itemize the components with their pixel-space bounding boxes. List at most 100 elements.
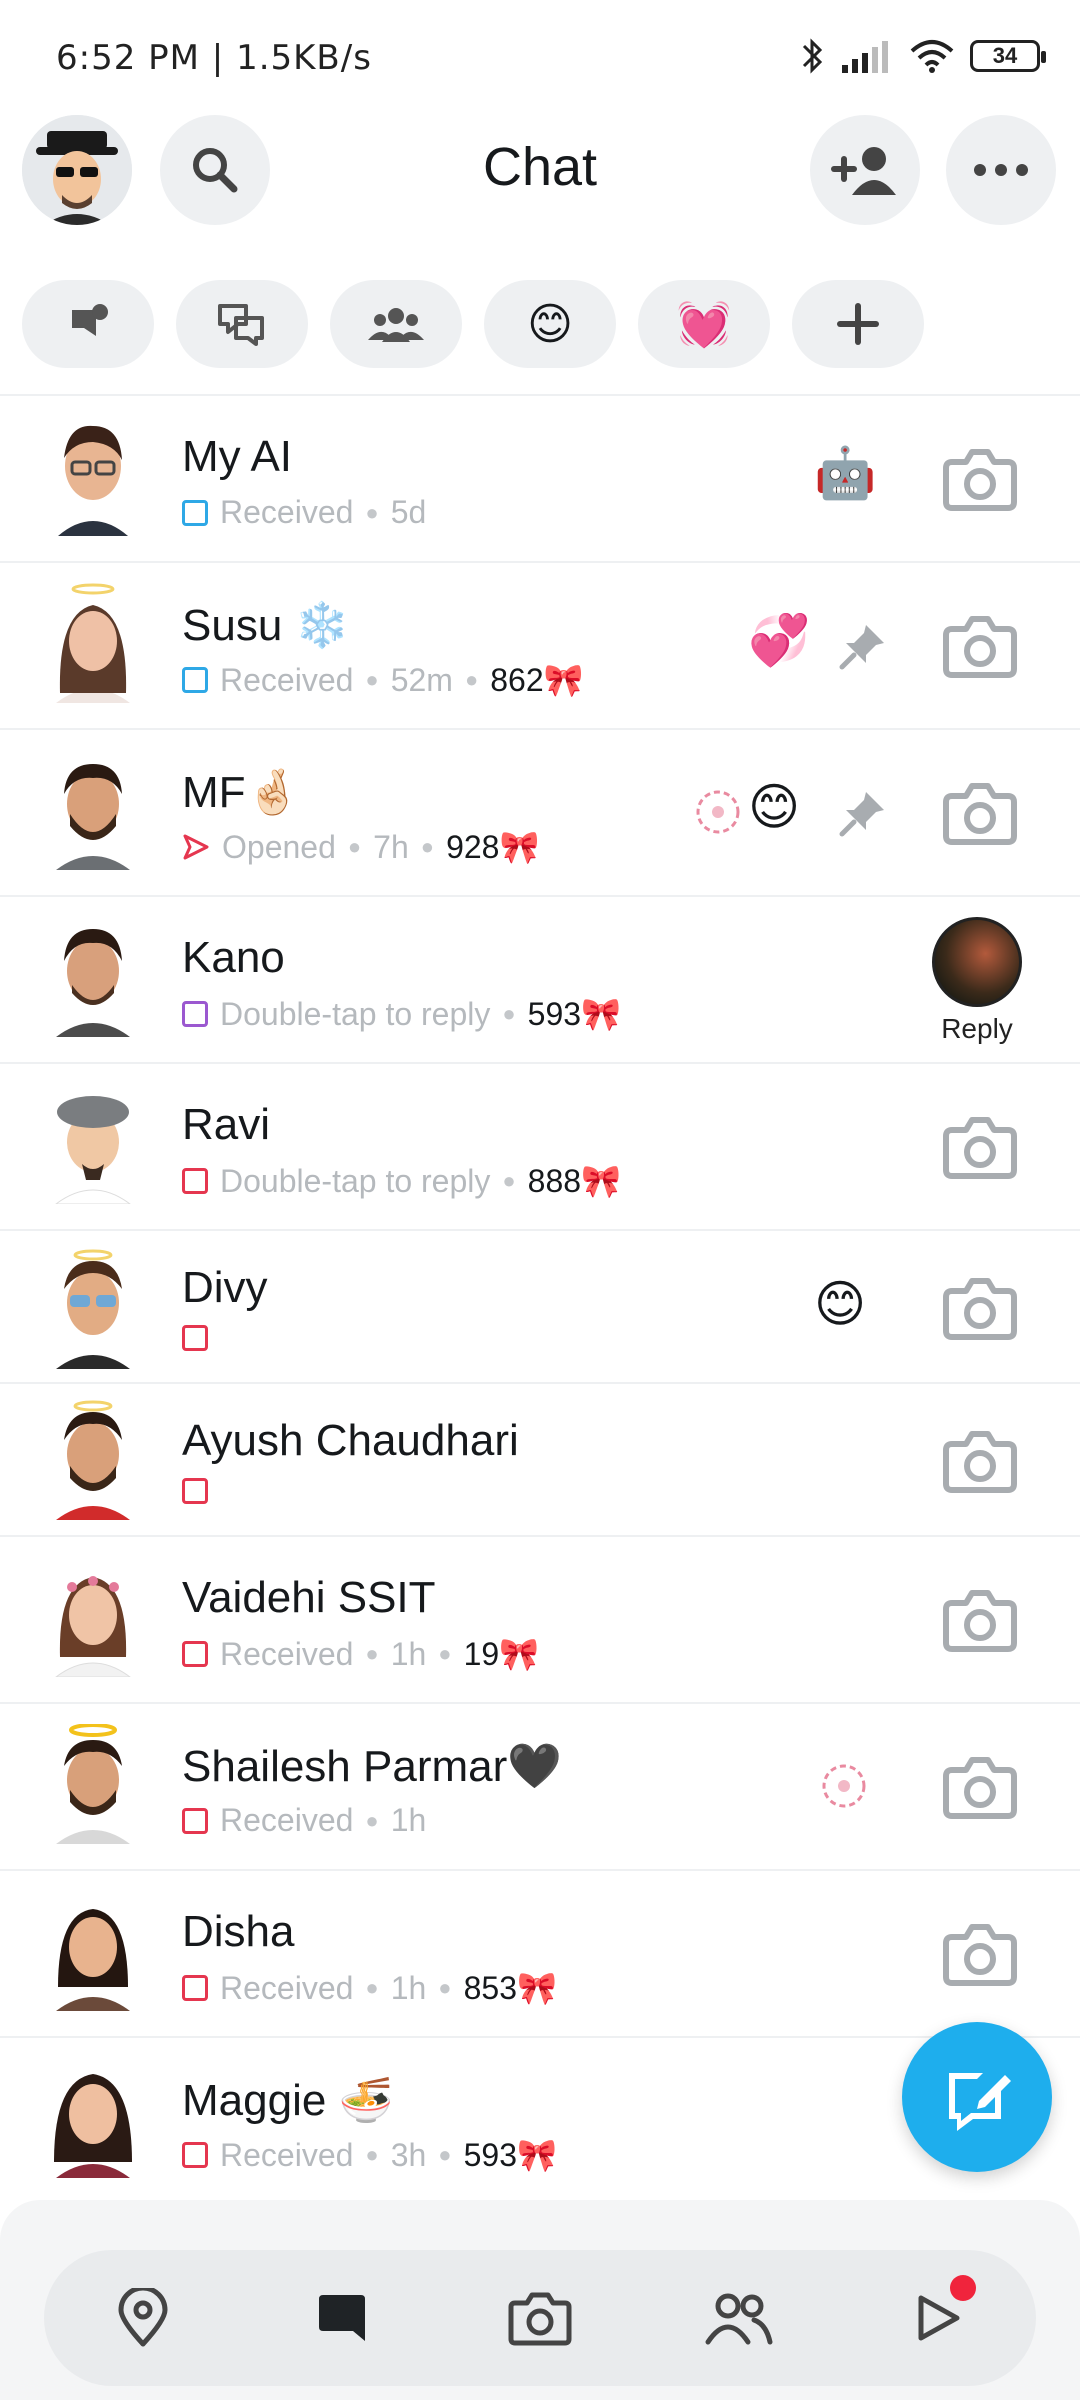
add-friend-button[interactable] (810, 115, 920, 225)
story-reply-button[interactable]: Reply (932, 917, 1022, 1045)
mutual-friends-flower-icon (696, 790, 740, 834)
friend-badge: 🤖 (814, 445, 877, 501)
chat-name: Divy (182, 1263, 268, 1312)
more-icon (974, 164, 1028, 176)
status-time: 1h (390, 1802, 427, 1838)
unread-chat-icon (182, 1001, 208, 1027)
bluetooth-icon (802, 38, 823, 74)
nav-map[interactable] (98, 2273, 188, 2363)
filter-best-friends[interactable]: 😊 (484, 280, 616, 368)
map-icon (118, 2288, 168, 2347)
chat-row[interactable]: Ravi Double-tap to reply ● 888🎀 (0, 1064, 1080, 1231)
chat-status: Received ● 1h ● 853🎀 (182, 1969, 557, 2007)
filter-add[interactable] (792, 280, 924, 368)
pin-icon (839, 792, 884, 837)
filter-groups[interactable] (330, 280, 462, 368)
chats-icon (218, 304, 264, 346)
bottom-nav (44, 2250, 1036, 2386)
status-time: 6:52 PM | 1.5KB/s (56, 38, 372, 78)
camera-icon[interactable] (940, 772, 1020, 852)
chat-row[interactable]: My AI Received ● 5d 🤖 (0, 396, 1080, 563)
camera-icon[interactable] (940, 1579, 1020, 1659)
filter-crushes[interactable]: 💓 (638, 280, 770, 368)
separator-dot: ● (438, 2142, 452, 2167)
add-friend-icon (831, 147, 896, 195)
unread-icon (72, 304, 108, 336)
separator-dot: ● (365, 2142, 379, 2167)
streak-count: 888🎀 (527, 1163, 621, 1199)
heart-emoji-icon: 💓 (676, 300, 732, 349)
battery-level: 34 (992, 43, 1018, 68)
signal-icon (842, 41, 888, 73)
bitmoji-avatar-icon (56, 1249, 130, 1369)
separator-dot: ● (420, 834, 435, 859)
new-chat-button[interactable] (902, 2022, 1052, 2172)
streak-count: 19🎀 (463, 1636, 540, 1672)
status-text: Double-tap to reply (220, 1162, 491, 1199)
separator-dot: ● (347, 834, 362, 859)
camera-icon[interactable] (940, 1746, 1020, 1826)
status-time: 1h (390, 1635, 427, 1672)
status-bar: 6:52 PM | 1.5KB/s 34 (0, 0, 1080, 110)
received-chat-icon (182, 499, 208, 526)
bitmoji-avatar-icon (56, 929, 130, 1037)
separator-dot: ● (438, 1641, 452, 1666)
nav-camera[interactable] (495, 2273, 585, 2363)
received-snap-icon (182, 1807, 208, 1834)
plus-icon (837, 303, 879, 345)
chat-name: Maggie 🍜 (182, 2076, 394, 2125)
chat-row[interactable]: Susu ❄️ Received ● 52m ● 862🎀 💞 (0, 563, 1080, 730)
status-icons: 34 (800, 36, 1046, 76)
camera-icon[interactable] (940, 438, 1020, 518)
filter-chats[interactable] (176, 280, 308, 368)
nav-chat[interactable] (297, 2273, 387, 2363)
status-text: Received (220, 1635, 354, 1672)
chat-row[interactable]: Divy 😊 (0, 1231, 1080, 1384)
chat-status: Received ● 52m ● 862🎀 (182, 661, 583, 699)
chat-status: Received ● 1h (182, 1802, 426, 1839)
more-button[interactable] (946, 115, 1056, 225)
filter-unread[interactable] (22, 280, 154, 368)
streak-count: 862🎀 (490, 662, 584, 698)
chat-status (182, 1478, 208, 1504)
separator-dot: ● (502, 1168, 516, 1193)
camera-icon[interactable] (940, 1267, 1020, 1347)
new-chat-icon (949, 2073, 1011, 2131)
chat-status: Received ● 5d (182, 494, 426, 531)
chat-status: Opened ● 7h ● 928🎀 (182, 828, 539, 866)
status-text: Received (220, 1802, 354, 1838)
unread-snap-icon (182, 1478, 208, 1504)
status-text: Received (220, 661, 354, 698)
wifi-icon (910, 40, 954, 73)
chat-name: Ravi (182, 1100, 271, 1149)
chat-list: My AI Received ● 5d 🤖 Susu ❄️ Received ●… (0, 396, 1080, 2205)
bitmoji-avatar-icon (56, 1909, 130, 2011)
nav-friends[interactable] (693, 2273, 783, 2363)
chat-row[interactable]: Vaidehi SSIT Received ● 1h ● 19🎀 (0, 1537, 1080, 1704)
status-text: Received (220, 1969, 354, 2006)
chat-status (182, 1325, 208, 1351)
streak-count: 593🎀 (463, 2137, 557, 2173)
bitmoji-avatar-icon (55, 1096, 131, 1204)
separator-dot: ● (365, 1641, 379, 1666)
opened-snap-icon (183, 834, 209, 860)
chat-row[interactable]: Shailesh Parmar🖤 Received ● 1h (0, 1704, 1080, 1871)
camera-icon[interactable] (940, 1106, 1020, 1186)
status-text: Received (220, 494, 354, 530)
chat-row[interactable]: Disha Received ● 1h ● 853🎀 (0, 1871, 1080, 2038)
camera-icon[interactable] (940, 605, 1020, 685)
chat-name: Vaidehi SSIT (182, 1573, 436, 1622)
unread-snap-icon (182, 1168, 208, 1194)
nav-spotlight[interactable] (892, 2273, 982, 2363)
separator-dot: ● (365, 499, 379, 525)
chat-name: Kano (182, 933, 285, 982)
chat-row[interactable]: Ayush Chaudhari (0, 1384, 1080, 1537)
separator-dot: ● (365, 667, 379, 692)
camera-icon[interactable] (940, 1913, 1020, 1993)
reply-label: Reply (941, 1013, 1013, 1044)
received-snap-icon (182, 1641, 208, 1667)
chat-row[interactable]: Kano Double-tap to reply ● 593🎀 Reply (0, 897, 1080, 1064)
camera-icon[interactable] (940, 1420, 1020, 1500)
chat-row[interactable]: MF🤞🏻 Opened ● 7h ● 928🎀 😊 (0, 730, 1080, 897)
friend-badge: 😊 (748, 779, 801, 835)
